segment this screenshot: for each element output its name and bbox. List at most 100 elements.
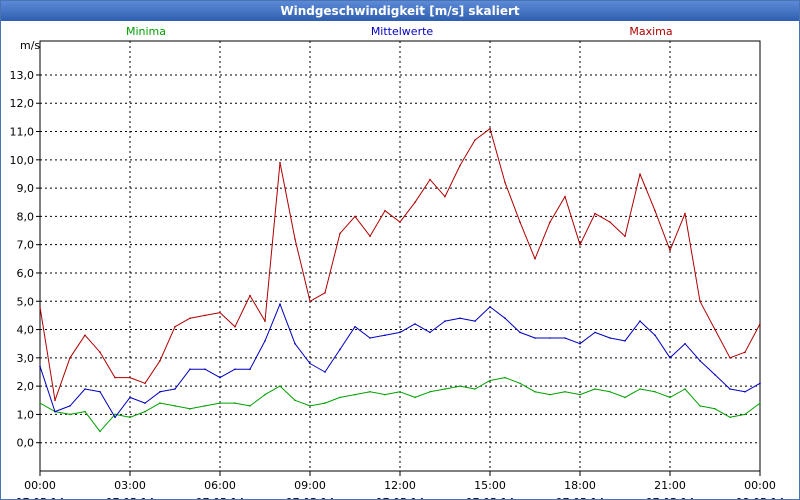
data-point (519, 221, 521, 223)
x-tick-time: 21:00 (654, 479, 686, 492)
data-point (129, 416, 131, 419)
data-point (174, 388, 176, 390)
data-point (564, 195, 566, 198)
y-tick-label: 2,0 (17, 380, 35, 393)
data-point (369, 337, 371, 339)
data-point (654, 391, 656, 393)
x-tick-date: 07.05.14 (106, 496, 155, 499)
data-point (69, 405, 71, 407)
data-point (354, 393, 356, 396)
wind-speed-chart: 0,0 1,0 2,0 3,0 4,0 5,0 6,0 7,0 8,0 9,0 10,0 11,0 12… (10, 25, 785, 499)
y-tick-label: 10,0 (10, 154, 35, 167)
data-point (234, 325, 236, 328)
data-point (234, 402, 236, 404)
data-point (714, 374, 716, 376)
y-tick-label: 4,0 (17, 324, 35, 337)
data-point (474, 320, 476, 322)
data-point (219, 376, 221, 379)
data-point (399, 391, 401, 393)
y-tick-label: 12,0 (10, 97, 35, 110)
data-point (489, 306, 491, 308)
data-point (444, 388, 446, 390)
data-point (729, 388, 731, 390)
data-point (609, 337, 611, 339)
data-point (624, 235, 626, 237)
data-point (204, 368, 206, 371)
data-point (534, 391, 536, 393)
data-point (564, 337, 566, 339)
data-point (744, 413, 746, 416)
y-tick-label: 1,0 (17, 408, 35, 421)
data-point (309, 405, 311, 407)
data-point (369, 391, 371, 393)
data-point (294, 238, 296, 240)
x-tick-time: 00:00 (744, 479, 776, 492)
data-point (609, 221, 611, 223)
data-point (759, 323, 761, 325)
data-point (549, 393, 551, 396)
y-axis: 0,0 1,0 2,0 3,0 4,0 5,0 6,0 7,0 8,0 9,0 10,0 11,0 12… (10, 69, 40, 450)
data-point (54, 399, 56, 402)
data-point (429, 178, 431, 181)
x-tick-time: 03:00 (114, 479, 146, 492)
data-point (579, 243, 581, 246)
data-point (384, 209, 386, 212)
data-point (249, 294, 251, 297)
data-point (669, 249, 671, 252)
data-point (99, 430, 101, 433)
legend-maxima: Maxima (629, 25, 672, 38)
data-point (189, 408, 191, 410)
data-point (114, 376, 116, 379)
data-point (279, 161, 281, 164)
data-point (324, 402, 326, 404)
data-point (564, 391, 566, 393)
data-point (684, 342, 686, 345)
data-point (339, 396, 341, 399)
data-point (429, 391, 431, 393)
data-point (354, 215, 356, 218)
data-point (759, 402, 761, 404)
data-point (114, 416, 116, 419)
data-point (129, 396, 131, 399)
y-tick-label: 7,0 (17, 239, 35, 252)
legend-mittelwerte: Mittelwerte (371, 25, 434, 38)
y-tick-label: 13,0 (10, 69, 35, 82)
data-point (459, 385, 461, 387)
data-point (129, 376, 131, 379)
data-point (489, 379, 491, 382)
data-point (84, 334, 86, 337)
data-point (159, 359, 161, 362)
data-point (579, 393, 581, 396)
data-point (669, 396, 671, 399)
data-point (219, 311, 221, 314)
data-point (219, 402, 221, 404)
data-point (549, 221, 551, 223)
data-point (159, 402, 161, 404)
data-point (459, 164, 461, 167)
x-tick-date: 07.05.14 (376, 496, 425, 499)
data-point (279, 385, 281, 387)
data-point (234, 368, 236, 371)
data-point (264, 393, 266, 396)
data-point (504, 181, 506, 184)
data-point (639, 388, 641, 390)
data-point (69, 357, 71, 359)
data-point (549, 337, 551, 339)
x-tick-time: 09:00 (294, 479, 326, 492)
data-point (249, 405, 251, 407)
data-point (459, 317, 461, 320)
data-point (309, 362, 311, 365)
data-point (384, 334, 386, 337)
x-tick-date: 08.05.14 (736, 496, 785, 499)
data-point (174, 405, 176, 407)
data-point (339, 232, 341, 235)
data-point (144, 410, 146, 413)
x-tick-time: 18:00 (564, 479, 596, 492)
data-point (759, 382, 761, 385)
x-tick-date: 07.05.14 (466, 496, 515, 499)
data-point (594, 331, 596, 334)
x-tick-time: 15:00 (474, 479, 506, 492)
data-point (204, 405, 206, 407)
x-tick-date: 07.05.14 (286, 496, 335, 499)
data-point (699, 359, 701, 362)
